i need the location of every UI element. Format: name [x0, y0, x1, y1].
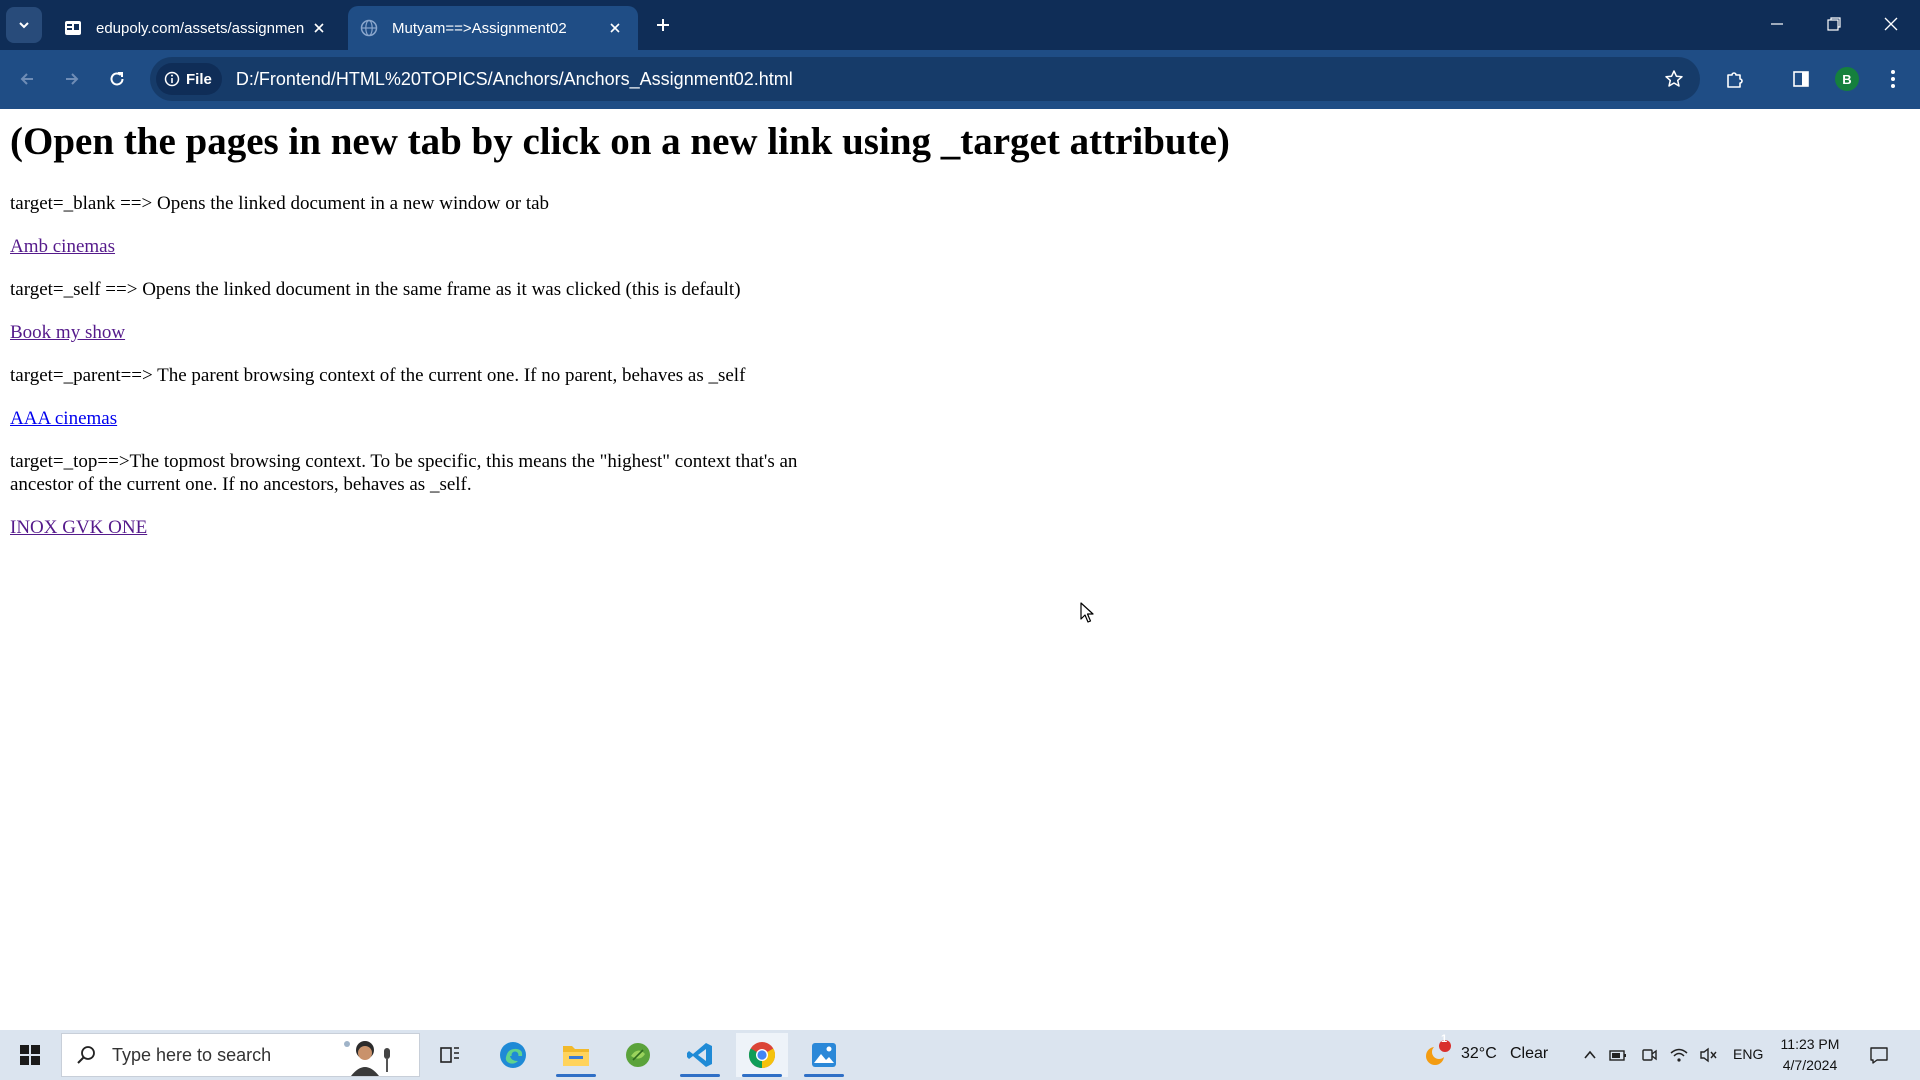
- restore-button[interactable]: [1805, 0, 1863, 48]
- windows-logo-icon: [20, 1045, 40, 1065]
- edge-icon: [500, 1042, 526, 1068]
- restore-icon: [1827, 17, 1841, 31]
- edge-taskbar-button[interactable]: [487, 1033, 539, 1077]
- reload-icon: [110, 72, 124, 86]
- avatar: B: [1835, 67, 1859, 91]
- weather-icon: [1426, 1040, 1451, 1065]
- edupoly-favicon-icon: [64, 19, 82, 37]
- start-button[interactable]: [10, 1035, 50, 1075]
- amb-cinemas-link[interactable]: Amb cinemas: [10, 235, 115, 258]
- taskbar-search-box[interactable]: Type here to search: [61, 1033, 420, 1077]
- browser-toolbar: File D:/Frontend/HTML%20TOPICS/Anchors/A…: [0, 50, 1920, 109]
- bookmark-star-icon[interactable]: [1662, 67, 1686, 91]
- chrome-icon: [748, 1042, 776, 1069]
- search-icon: [77, 1046, 95, 1064]
- meet-now-icon[interactable]: [1639, 1045, 1659, 1065]
- close-tab-icon[interactable]: [604, 17, 626, 39]
- chevron-up-icon: [1584, 1050, 1596, 1059]
- plus-icon: [657, 19, 669, 31]
- weather-condition[interactable]: Clear: [1510, 1045, 1548, 1063]
- reload-button[interactable]: [100, 62, 134, 96]
- forward-button[interactable]: [55, 62, 89, 96]
- browser-menu-button[interactable]: [1876, 62, 1910, 96]
- target-self-description: target=_self ==> Opens the linked docume…: [10, 279, 741, 300]
- battery-icon[interactable]: [1608, 1045, 1628, 1065]
- close-tab-icon[interactable]: [308, 17, 330, 39]
- book-my-show-link[interactable]: Book my show: [10, 321, 125, 344]
- mouse-cursor-icon: [1080, 602, 1094, 623]
- browser-tabstrip: edupoly.com/assets/assignmen Mutyam==>As…: [0, 0, 1920, 50]
- file-explorer-icon: [563, 1046, 589, 1066]
- target-top-description: target=_top==>The topmost browsing conte…: [10, 451, 798, 495]
- side-panel-button[interactable]: [1784, 62, 1818, 96]
- tab-title: edupoly.com/assets/assignmen: [96, 19, 305, 37]
- info-icon: [164, 71, 180, 87]
- photos-icon: [812, 1043, 836, 1067]
- more-vertical-icon: [1891, 70, 1895, 88]
- target-parent-description: target=_parent==> The parent browsing co…: [10, 365, 746, 386]
- profile-button[interactable]: B: [1830, 62, 1864, 96]
- clock-date: 4/7/2024: [1782, 1057, 1838, 1073]
- extensions-button[interactable]: [1718, 62, 1752, 96]
- arrow-right-icon: [66, 73, 79, 85]
- notifications-button[interactable]: [1869, 1045, 1889, 1065]
- page-heading: (Open the pages in new tab by click on a…: [10, 120, 1230, 163]
- windows-taskbar: Type here to search 1 32°C Clear ENG 11:…: [0, 1030, 1920, 1080]
- weather-badge: 1: [1441, 1033, 1448, 1045]
- task-view-button[interactable]: [424, 1033, 476, 1077]
- close-window-button[interactable]: [1862, 0, 1920, 48]
- globe-icon: [360, 19, 378, 37]
- page-content: (Open the pages in new tab by click on a…: [0, 109, 1920, 1030]
- aaa-cinemas-link[interactable]: AAA cinemas: [10, 407, 117, 430]
- url-text[interactable]: D:/Frontend/HTML%20TOPICS/Anchors/Anchor…: [236, 69, 793, 90]
- wifi-icon[interactable]: [1669, 1045, 1689, 1065]
- chrome-taskbar-button[interactable]: [736, 1033, 788, 1077]
- minimize-button[interactable]: [1748, 0, 1806, 48]
- close-icon: [1884, 17, 1898, 31]
- clock-time: 11:23 PM: [1780, 1036, 1840, 1052]
- site-info-chip[interactable]: File: [156, 63, 222, 95]
- side-panel-icon: [1793, 71, 1809, 87]
- arrow-left-icon: [20, 73, 33, 85]
- tab-edupoly[interactable]: edupoly.com/assets/assignmen: [52, 6, 342, 50]
- address-bar[interactable]: File D:/Frontend/HTML%20TOPICS/Anchors/A…: [150, 57, 1700, 101]
- back-button[interactable]: [10, 62, 44, 96]
- new-tab-button[interactable]: [650, 12, 676, 38]
- inox-gvk-one-link[interactable]: INOX GVK ONE: [10, 516, 147, 539]
- language-indicator[interactable]: ENG: [1733, 1046, 1763, 1062]
- search-placeholder: Type here to search: [112, 1044, 272, 1065]
- target-blank-description: target=_blank ==> Opens the linked docum…: [10, 193, 550, 214]
- taskbar-clock[interactable]: 11:23 PM 4/7/2024: [1775, 1034, 1845, 1076]
- weather-temperature[interactable]: 32°C: [1461, 1045, 1497, 1063]
- show-hidden-icons-button[interactable]: [1580, 1045, 1600, 1065]
- green-app-taskbar-button[interactable]: [612, 1033, 664, 1077]
- puzzle-icon: [1727, 72, 1743, 88]
- tab-search-button[interactable]: [6, 7, 42, 43]
- site-info-label: File: [186, 70, 212, 88]
- volume-muted-icon[interactable]: [1699, 1045, 1719, 1065]
- tab-title: Mutyam==>Assignment02: [392, 19, 567, 37]
- green-app-icon: [626, 1043, 650, 1067]
- file-explorer-taskbar-button[interactable]: [550, 1033, 602, 1077]
- photos-taskbar-button[interactable]: [798, 1033, 850, 1077]
- chevron-down-icon: [19, 22, 29, 29]
- task-view-icon: [440, 1047, 459, 1063]
- notification-icon: [1870, 1047, 1888, 1064]
- search-highlight-illustration-icon: [344, 1041, 390, 1076]
- vscode-icon: [687, 1043, 712, 1067]
- minimize-icon: [1771, 23, 1783, 25]
- tab-assignment02[interactable]: Mutyam==>Assignment02: [348, 6, 638, 50]
- vscode-taskbar-button[interactable]: [674, 1033, 726, 1077]
